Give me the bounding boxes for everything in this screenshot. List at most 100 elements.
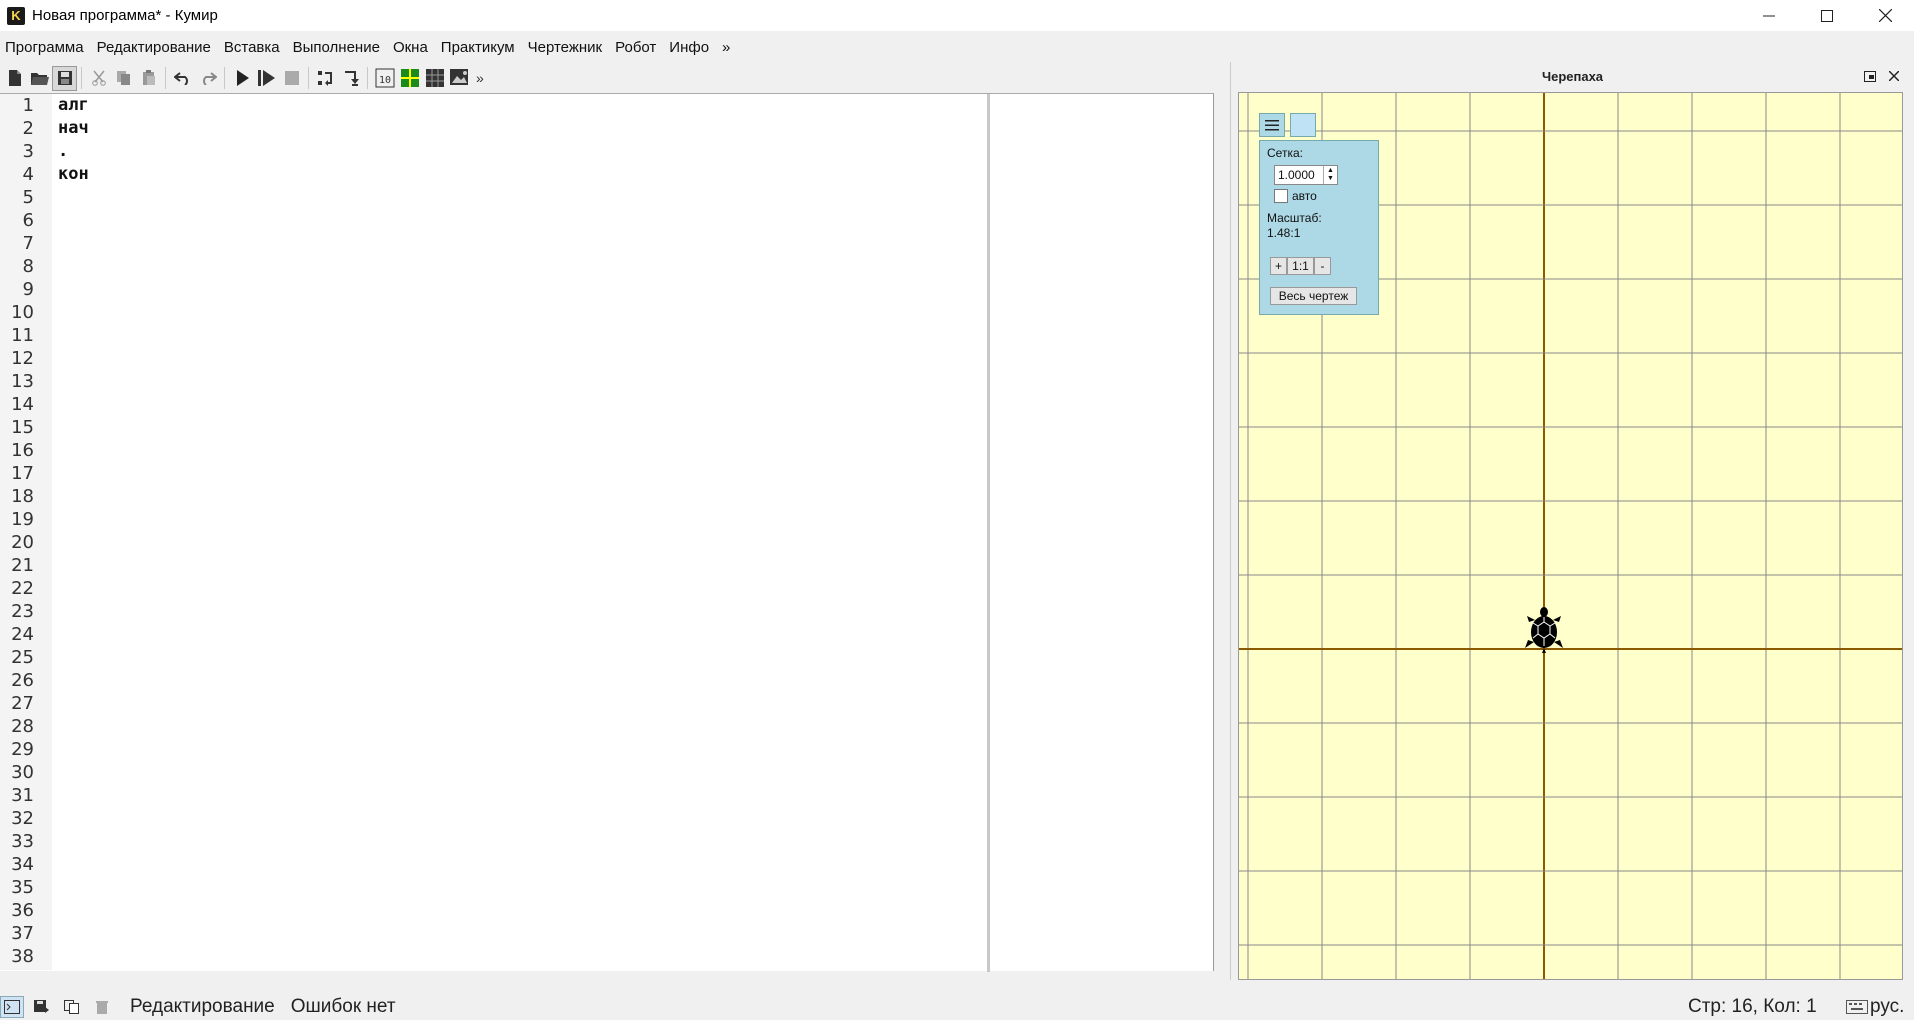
turtle-sprite — [1525, 607, 1563, 653]
save-output-button[interactable] — [30, 996, 54, 1018]
copy-button[interactable] — [111, 66, 136, 91]
run-button[interactable] — [229, 66, 254, 91]
save-button[interactable] — [52, 65, 77, 91]
line-number: 7 — [22, 233, 34, 254]
turtle-menu-button[interactable] — [1259, 113, 1285, 137]
menu-more[interactable]: » — [717, 39, 738, 56]
status-bar: Редактирование Ошибок нет Стр: 16, Кол: … — [0, 994, 1914, 1020]
kumir-app-icon: K — [7, 6, 25, 25]
toolbar-separator — [308, 67, 309, 89]
grid-step-spinbox[interactable]: 1.0000 ▲ ▼ — [1274, 165, 1338, 185]
maximize-button[interactable] — [1798, 0, 1856, 31]
line-number: 19 — [11, 509, 34, 530]
line-number: 28 — [11, 716, 34, 737]
zoom-in-button[interactable]: + — [1270, 257, 1287, 275]
line-number: 30 — [11, 762, 34, 783]
turtle-canvas[interactable]: Сетка: 1.0000 ▲ ▼ авто Масштаб: 1.48:1 + … — [1238, 92, 1903, 980]
undock-button[interactable] — [1862, 68, 1878, 84]
turtle-color-button[interactable] — [1290, 113, 1316, 137]
undo-button[interactable] — [170, 66, 195, 91]
line-number: 21 — [11, 555, 34, 576]
menu-edit[interactable]: Редактирование — [92, 39, 219, 56]
svg-text:10: 10 — [379, 75, 391, 86]
menu-program[interactable]: Программа — [0, 39, 92, 56]
menu-run[interactable]: Выполнение — [288, 39, 388, 56]
spin-arrows[interactable]: ▲ ▼ — [1323, 166, 1337, 184]
menu-insert[interactable]: Вставка — [219, 39, 288, 56]
open-file-button[interactable] — [27, 66, 52, 91]
clear-output-button[interactable] — [90, 996, 114, 1018]
scale-value: 1.48:1 — [1267, 226, 1301, 240]
drawer-button[interactable] — [447, 66, 472, 91]
line-number: 23 — [11, 601, 34, 622]
turtle-window: Черепаха Сетка: 1.0000 ▲ ▼ авто Масштаб:… — [1230, 62, 1914, 980]
paste-icon — [142, 70, 155, 85]
panel-splitter[interactable] — [1214, 60, 1228, 978]
auto-checkbox[interactable] — [1274, 189, 1288, 203]
new-file-button[interactable] — [2, 66, 27, 91]
turtle-window-title: Черепаха — [1541, 68, 1604, 84]
status-position: Стр: 16, Кол: 1 — [1688, 996, 1817, 1017]
line-number: 32 — [11, 808, 34, 829]
menu-windows[interactable]: Окна — [388, 39, 436, 56]
code-line[interactable]: нач — [58, 117, 89, 140]
toolbar-separator — [165, 67, 166, 89]
fit-all-button[interactable]: Весь чертеж — [1270, 287, 1357, 305]
toolbar-separator — [81, 67, 82, 89]
menu-drawer[interactable]: Чертежник — [523, 39, 611, 56]
grid-step-value: 1.0000 — [1278, 168, 1315, 182]
toolbar-separator — [224, 67, 225, 89]
minimize-button[interactable] — [1740, 0, 1798, 31]
title-bar: K Новая программа* - Кумир — [0, 0, 1914, 31]
line-number: 1 — [22, 95, 34, 116]
menu-robot[interactable]: Робот — [610, 39, 664, 56]
zoom-reset-button[interactable]: 1:1 — [1287, 257, 1314, 275]
turtle-grid-icon — [400, 69, 419, 87]
menu-info[interactable]: Инфо — [664, 39, 717, 56]
line-number: 6 — [22, 210, 34, 231]
redo-icon — [202, 72, 217, 85]
robot-field-button[interactable] — [422, 66, 447, 91]
keyboard-layout-icon — [1846, 998, 1868, 1020]
paste-button[interactable] — [136, 66, 161, 91]
copy-output-icon — [64, 1000, 79, 1014]
stop-icon — [284, 71, 299, 85]
cut-icon — [91, 70, 106, 86]
step-over-button[interactable] — [313, 66, 338, 91]
cut-button[interactable] — [86, 66, 111, 91]
run-step-button[interactable] — [254, 66, 279, 91]
code-editor[interactable]: 1 2 3 4 5 6 7 8 9 10 11 12 13 14 15 16 17 18 19 20 21 22 23 24 2… — [0, 93, 990, 972]
redo-button[interactable] — [195, 66, 220, 91]
toolbar: 10 » — [0, 63, 990, 93]
toolbar-more[interactable]: » — [476, 70, 484, 86]
window-title: Новая программа* - Кумир — [32, 7, 218, 24]
code-line[interactable]: алг — [58, 94, 89, 117]
code-line[interactable]: кон — [58, 163, 89, 186]
hamburger-icon — [1265, 119, 1279, 130]
line-number: 25 — [11, 647, 34, 668]
console-toggle-button[interactable] — [0, 996, 24, 1018]
line-number-gutter: 1 2 3 4 5 6 7 8 9 10 11 12 13 14 15 16 17 18 19 20 21 22 23 24 2… — [0, 94, 52, 970]
menu-practicum[interactable]: Практикум — [436, 39, 523, 56]
step-into-button[interactable] — [338, 66, 363, 91]
stop-button[interactable] — [279, 66, 304, 91]
line-number: 15 — [11, 417, 34, 438]
save-output-icon — [34, 1000, 49, 1013]
new-file-icon — [8, 70, 21, 86]
variables-icon: 10 — [375, 68, 394, 88]
toolbar-separator — [367, 67, 368, 89]
zoom-out-button[interactable]: - — [1314, 257, 1331, 275]
code-line[interactable]: . — [58, 140, 68, 163]
copy-output-button[interactable] — [60, 996, 84, 1018]
close-button[interactable] — [1856, 0, 1914, 31]
line-number: 33 — [11, 831, 34, 852]
turtle-close-button[interactable] — [1886, 68, 1902, 84]
line-number: 36 — [11, 900, 34, 921]
status-language[interactable]: рус. — [1870, 996, 1904, 1018]
variables-button[interactable]: 10 — [372, 66, 397, 91]
turtle-grid-button[interactable] — [397, 66, 422, 91]
step-over-icon — [317, 71, 332, 86]
run-icon — [236, 70, 249, 86]
close-icon — [1889, 71, 1899, 81]
line-number: 5 — [22, 187, 34, 208]
